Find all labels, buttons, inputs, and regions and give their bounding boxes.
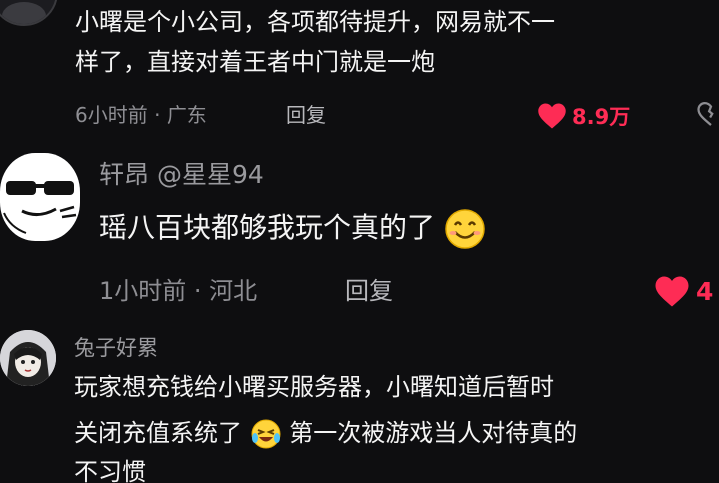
- reply-button[interactable]: 回复: [345, 274, 393, 308]
- comment-text: 瑶八百块都够我玩个真的了: [99, 211, 436, 244]
- dark-avatar-icon[interactable]: [0, 0, 58, 26]
- heart-icon: [655, 276, 689, 306]
- comment-text: 关闭充值系统了: [74, 419, 242, 447]
- reply-button[interactable]: 回复: [286, 100, 326, 130]
- like-count: 4: [696, 276, 714, 306]
- comment-username[interactable]: 轩昂 @星星94: [99, 158, 264, 192]
- comment-text-line: 瑶八百块都够我玩个真的了: [99, 208, 486, 250]
- laughing-tears-emoji: [251, 419, 281, 449]
- comment-text-line: 关闭充值系统了 第一次被游戏当人对待真的: [74, 417, 577, 450]
- comment-username[interactable]: 兔子好累: [74, 333, 158, 363]
- heart-icon: [538, 103, 566, 129]
- like-button[interactable]: 4: [654, 274, 713, 308]
- comment-meta: 6小时前 · 广东: [75, 100, 207, 130]
- comment-location: 河北: [209, 277, 258, 305]
- meta-separator: ·: [186, 277, 210, 305]
- comment-text-line: 小曙是个小公司，各项都待提升，网易就不一: [75, 8, 555, 36]
- comment-text: 第一次被游戏当人对待真的: [289, 419, 578, 447]
- comment-meta: 1小时前 · 河北: [99, 274, 257, 308]
- comment-feed: 小曙是个小公司，各项都待提升，网易就不一 样了，直接对着王者中门就是一炮 6小时…: [0, 0, 719, 483]
- like-count: 8.9万: [572, 105, 631, 129]
- sunglasses-cartoon-avatar-icon[interactable]: [0, 153, 80, 241]
- meta-separator: ·: [147, 103, 167, 127]
- anime-character-avatar-icon[interactable]: [0, 330, 56, 386]
- comment-location: 广东: [166, 103, 207, 127]
- comment-text-line: 玩家想充钱给小曙买服务器，小曙知道后暂时: [74, 373, 554, 401]
- like-button[interactable]: 8.9万: [537, 101, 630, 131]
- smiling-face-emoji: [445, 209, 485, 249]
- comment-time: 1小时前: [99, 277, 187, 305]
- comment-time: 6小时前: [75, 103, 148, 127]
- dislike-icon[interactable]: [696, 100, 719, 130]
- comment-text-line: 不习惯: [74, 458, 146, 483]
- comment-text-line: 样了，直接对着王者中门就是一炮: [75, 48, 435, 76]
